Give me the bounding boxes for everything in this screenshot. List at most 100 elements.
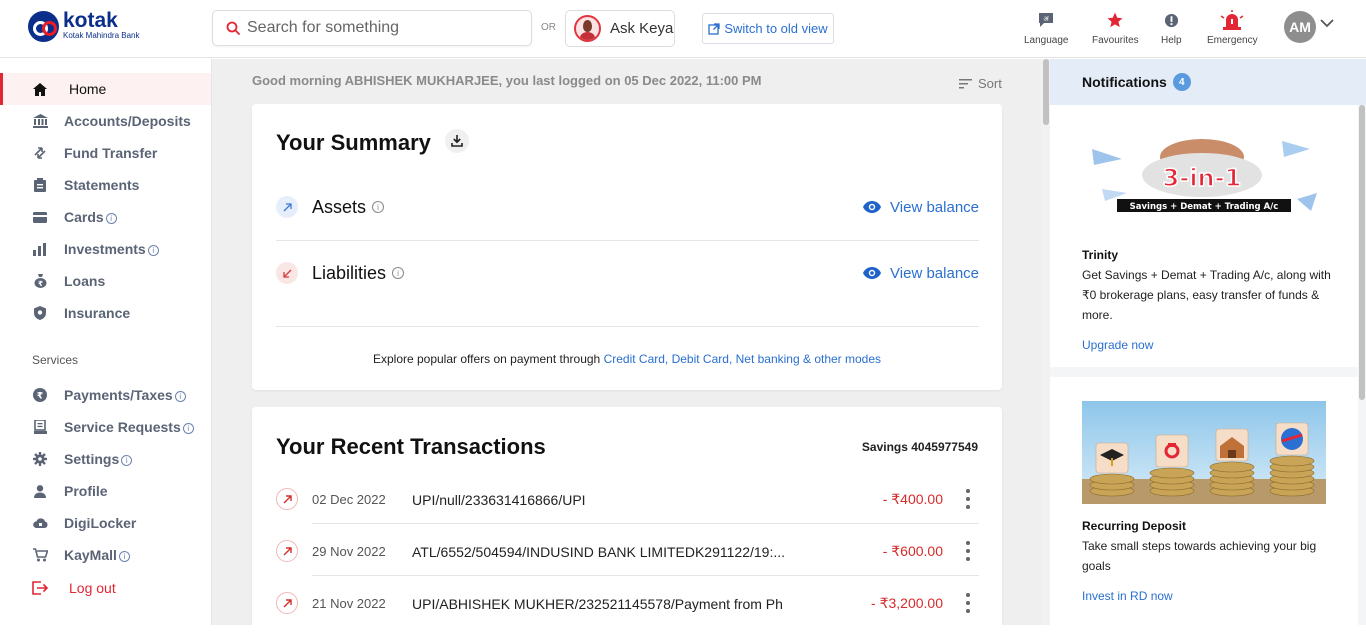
divider bbox=[276, 240, 979, 241]
emergency-button[interactable]: Emergency bbox=[1207, 10, 1258, 46]
info-icon[interactable]: i bbox=[105, 212, 117, 224]
info-icon[interactable]: i bbox=[392, 267, 405, 279]
trinity-banner-image: 3-in-1 Savings + Demat + Trading A/c bbox=[1082, 129, 1326, 232]
view-balance-label: View balance bbox=[890, 264, 979, 282]
search-input[interactable] bbox=[247, 19, 517, 37]
cart-icon bbox=[32, 548, 48, 562]
switch-old-view-button[interactable]: Switch to old view bbox=[702, 13, 834, 44]
gear-icon bbox=[32, 452, 48, 466]
download-button[interactable] bbox=[445, 129, 469, 153]
transaction-row[interactable]: 29 Nov 2022 ATL/6552/504594/INDUSIND BAN… bbox=[276, 524, 979, 576]
liabilities-view-balance-button[interactable]: View balance bbox=[863, 265, 979, 282]
sidebar-item-settings[interactable]: Settings i bbox=[0, 443, 211, 475]
trinity-banner-text: 3-in-1 bbox=[1163, 164, 1242, 192]
notification-body: Take small steps towards achieving your … bbox=[1082, 539, 1317, 573]
receipt-icon bbox=[32, 420, 48, 434]
upgrade-now-link[interactable]: Upgrade now bbox=[1082, 338, 1153, 352]
sidebar-item-label: Settings bbox=[64, 451, 120, 467]
more-options-icon[interactable] bbox=[965, 541, 971, 561]
info-icon[interactable]: i bbox=[118, 550, 130, 562]
clipboard-icon bbox=[32, 178, 48, 192]
or-separator: OR bbox=[541, 22, 556, 33]
assets-row: Assets i View balance bbox=[276, 195, 979, 219]
favourites-button[interactable]: Favourites bbox=[1092, 10, 1139, 46]
sidebar-item-loans[interactable]: ₹ Loans bbox=[0, 265, 211, 297]
sidebar-item-home[interactable]: Home bbox=[0, 73, 211, 105]
assets-view-balance-button[interactable]: View balance bbox=[863, 199, 979, 216]
trinity-banner-subtext: Savings + Demat + Trading A/c bbox=[1130, 202, 1279, 212]
transaction-description: UPI/null/233631416866/UPI bbox=[412, 492, 586, 508]
svg-text:अ: अ bbox=[1044, 15, 1050, 23]
more-options-icon[interactable] bbox=[965, 489, 971, 509]
transactions-card: Your Recent Transactions Savings 4045977… bbox=[252, 407, 1002, 625]
svg-text:₹: ₹ bbox=[37, 392, 43, 402]
info-icon[interactable]: i bbox=[372, 201, 385, 213]
kotak-logo[interactable]: kotak Kotak Mahindra Bank bbox=[28, 10, 140, 42]
shield-icon bbox=[32, 306, 48, 320]
sidebar-item-digilocker[interactable]: DigiLocker bbox=[0, 507, 211, 539]
sidebar-item-label: Loans bbox=[64, 273, 106, 289]
sidebar-item-accounts-deposits[interactable]: Accounts/Deposits bbox=[0, 105, 211, 137]
sidebar-item-label: Home bbox=[69, 81, 107, 97]
sidebar-item-statements[interactable]: Statements bbox=[0, 169, 211, 201]
help-button[interactable]: Help bbox=[1161, 10, 1182, 46]
invest-in-rd-link[interactable]: Invest in RD now bbox=[1082, 589, 1173, 603]
info-icon[interactable]: i bbox=[174, 390, 186, 402]
sidebar-item-payments-taxes[interactable]: ₹ Payments/Taxes i bbox=[0, 379, 211, 411]
logout-label: Log out bbox=[69, 580, 116, 596]
offers-prefix: Explore popular offers on payment throug… bbox=[372, 352, 604, 366]
external-link-icon bbox=[708, 22, 720, 35]
sidebar-item-service-requests[interactable]: Service Requests i bbox=[0, 411, 211, 443]
ask-keya-button[interactable]: Ask Keya bbox=[565, 10, 675, 47]
info-icon[interactable]: i bbox=[147, 244, 159, 256]
liabilities-row: Liabilities i View balance bbox=[276, 261, 979, 285]
transaction-description: ATL/6552/504594/INDUSIND BANK LIMITEDK29… bbox=[412, 544, 786, 560]
rupee-icon: ₹ bbox=[32, 388, 48, 402]
notification-card-recurring-deposit[interactable]: Recurring Deposit Take small steps towar… bbox=[1050, 377, 1358, 637]
assets-label: Assets bbox=[312, 196, 367, 217]
sidebar-item-label: Profile bbox=[64, 483, 108, 499]
emergency-icon bbox=[1220, 10, 1244, 30]
offers-link[interactable]: Credit Card, Debit Card, Net banking & o… bbox=[604, 352, 881, 366]
sort-button[interactable]: Sort bbox=[959, 76, 1002, 91]
notifications-scrollbar[interactable] bbox=[1358, 105, 1366, 625]
transaction-row[interactable]: 21 Nov 2022 UPI/ABHISHEK MUKHER/23252114… bbox=[276, 576, 979, 625]
bank-icon bbox=[32, 114, 48, 128]
main-scrollbar[interactable] bbox=[1041, 59, 1050, 625]
cloud-lock-icon bbox=[32, 517, 48, 529]
chevron-down-icon[interactable] bbox=[1320, 18, 1334, 28]
sidebar-item-investments[interactable]: Investments i bbox=[0, 233, 211, 265]
info-icon[interactable]: i bbox=[121, 454, 133, 466]
summary-title: Your Summary bbox=[276, 130, 431, 155]
notification-heading: Recurring Deposit bbox=[1082, 519, 1187, 533]
logout-button[interactable]: Log out bbox=[0, 572, 211, 604]
debit-arrow-icon bbox=[276, 488, 298, 510]
search-box[interactable] bbox=[212, 10, 532, 46]
sidebar-item-profile[interactable]: Profile bbox=[0, 475, 211, 507]
search-icon bbox=[226, 21, 240, 35]
help-icon bbox=[1164, 10, 1179, 30]
user-avatar[interactable]: AM bbox=[1284, 11, 1316, 43]
favourites-label: Favourites bbox=[1092, 35, 1139, 46]
eye-icon bbox=[863, 201, 882, 213]
transaction-date: 02 Dec 2022 bbox=[312, 492, 386, 507]
sidebar: Home Accounts/Deposits Fund Transfer Sta… bbox=[0, 59, 212, 625]
sidebar-item-label: DigiLocker bbox=[64, 515, 137, 531]
notifications-header: Notifications 4 bbox=[1050, 59, 1366, 105]
sidebar-item-label: Accounts/Deposits bbox=[64, 113, 191, 129]
recurring-deposit-banner-image bbox=[1082, 401, 1326, 504]
sidebar-item-insurance[interactable]: Insurance bbox=[0, 297, 211, 329]
transaction-row[interactable]: 02 Dec 2022 UPI/null/233631416866/UPI - … bbox=[276, 472, 979, 524]
info-icon[interactable]: i bbox=[182, 422, 194, 434]
transaction-amount: - ₹400.00 bbox=[882, 491, 943, 507]
sidebar-item-fund-transfer[interactable]: Fund Transfer bbox=[0, 137, 211, 169]
home-icon bbox=[32, 82, 48, 96]
sidebar-item-kaymall[interactable]: KayMall i bbox=[0, 539, 211, 571]
language-button[interactable]: अ Language bbox=[1024, 10, 1069, 46]
account-selector[interactable]: Savings 4045977549 bbox=[862, 440, 978, 454]
emergency-label: Emergency bbox=[1207, 35, 1258, 46]
more-options-icon[interactable] bbox=[965, 593, 971, 613]
summary-card: Your Summary Assets i View balance Liabi… bbox=[252, 104, 1002, 390]
sidebar-item-cards[interactable]: Cards i bbox=[0, 201, 211, 233]
notification-card-trinity[interactable]: 3-in-1 Savings + Demat + Trading A/c Tri… bbox=[1050, 105, 1358, 367]
